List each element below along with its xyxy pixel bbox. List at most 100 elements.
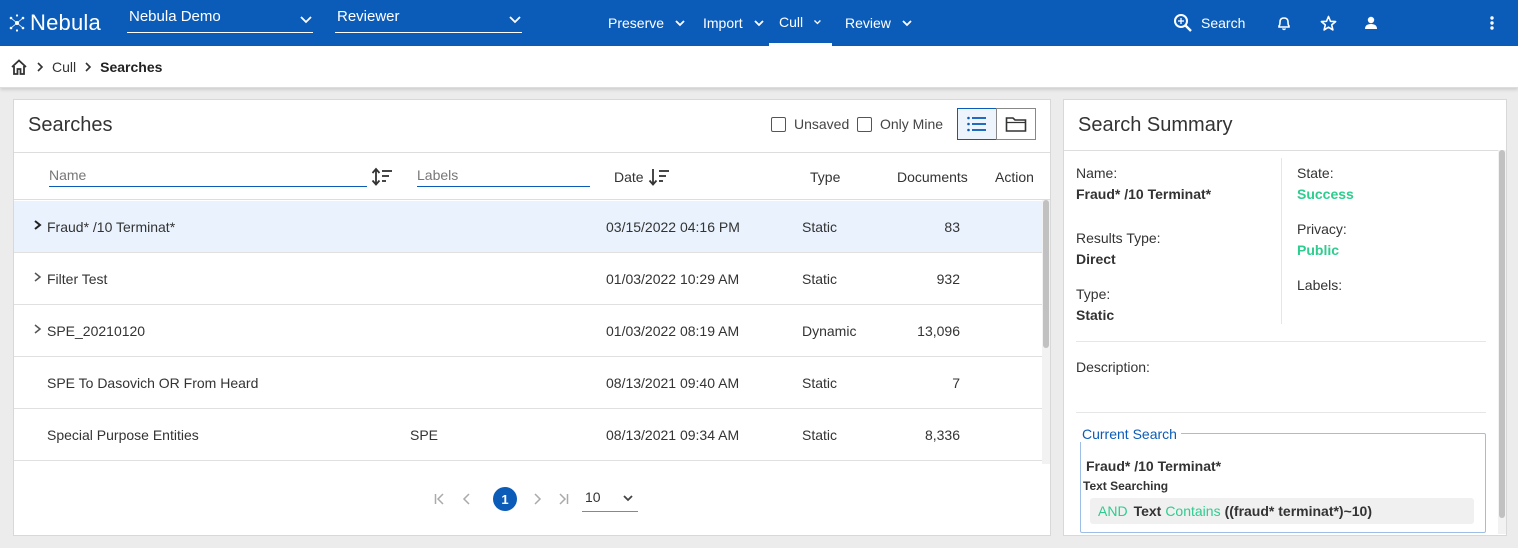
user-menu-button[interactable] (1363, 0, 1379, 46)
chevron-down-icon (675, 20, 685, 27)
current-search-subtitle: Text Searching (1083, 479, 1169, 493)
role-select-value: Reviewer (337, 8, 400, 25)
type-column-header[interactable]: Type (810, 169, 840, 185)
type-value: Static (1076, 307, 1115, 323)
date-column-header[interactable]: Date (614, 169, 644, 185)
row-type: Static (802, 219, 838, 235)
row-name[interactable]: Filter Test (47, 271, 107, 287)
chevron-right-icon[interactable] (32, 218, 44, 232)
action-column-header: Action (995, 169, 1034, 185)
chevron-right-icon[interactable] (32, 270, 44, 284)
row-documents: 8,336 (924, 427, 960, 443)
next-page-icon[interactable] (530, 492, 544, 506)
more-menu-button[interactable] (1487, 0, 1497, 46)
notifications-button[interactable] (1276, 0, 1292, 46)
row-labels: SPE (410, 427, 439, 443)
unsaved-label: Unsaved (794, 116, 850, 132)
nebula-logo-icon (9, 14, 25, 32)
current-search-name: Fraud* /10 Terminat* (1086, 458, 1222, 474)
row-date: 01/03/2022 08:19 AM (606, 323, 740, 339)
top-bar: Nebula Nebula Demo Reviewer Preserve Imp… (0, 0, 1518, 46)
list-view-button[interactable] (957, 108, 997, 140)
row-name[interactable]: Fraud* /10 Terminat* (47, 219, 175, 235)
labels-filter-placeholder: Labels (417, 167, 459, 183)
only-mine-checkbox-box[interactable] (857, 116, 872, 132)
state-value: Success (1297, 186, 1354, 202)
last-page-icon[interactable] (556, 492, 570, 506)
folder-icon (1005, 117, 1027, 132)
project-select[interactable]: Nebula Demo (127, 8, 313, 33)
row-name[interactable]: SPE_20210120 (47, 323, 145, 339)
search-summary-panel: Search Summary Name: Fraud* /10 Terminat… (1063, 99, 1507, 536)
global-search-label: Search (1201, 15, 1246, 31)
row-documents: 932 (936, 271, 960, 287)
name-value: Fraud* /10 Terminat* (1076, 186, 1212, 202)
breadcrumb-searches: Searches (100, 58, 163, 75)
summary-scrollbar-thumb[interactable] (1499, 150, 1505, 518)
nav-import[interactable]: Import (693, 0, 775, 46)
name-filter-input[interactable]: Name (49, 167, 367, 187)
breadcrumb: Cull Searches (0, 46, 1518, 88)
name-filter-placeholder: Name (49, 167, 87, 183)
row-date: 08/13/2021 09:40 AM (606, 375, 740, 391)
sort-desc-icon[interactable] (648, 167, 670, 187)
nav-review-label: Review (845, 15, 891, 31)
unsaved-checkbox[interactable]: Unsaved (771, 116, 849, 132)
chevron-down-icon (902, 20, 912, 27)
project-select-value: Nebula Demo (129, 8, 221, 25)
first-page-icon[interactable] (433, 492, 447, 506)
table-row[interactable]: SPE_20210120 01/03/2022 08:19 AM Dynamic… (14, 305, 1042, 357)
name-label: Name: (1076, 165, 1118, 181)
privacy-label: Privacy: (1297, 221, 1347, 237)
breadcrumb-cull[interactable]: Cull (52, 59, 76, 75)
favorites-button[interactable] (1320, 0, 1337, 46)
row-type: Static (802, 271, 838, 287)
nav-review[interactable]: Review (835, 0, 923, 46)
nav-cull[interactable]: Cull (769, 0, 832, 46)
results-type-label: Results Type: (1076, 230, 1161, 246)
row-type: Dynamic (802, 323, 857, 339)
user-icon (1365, 16, 1377, 29)
type-label: Type: (1076, 286, 1111, 302)
documents-column-header[interactable]: Documents (897, 169, 968, 185)
table-row[interactable]: Fraud* /10 Terminat* 03/15/2022 04:16 PM… (14, 201, 1042, 253)
previous-page-icon[interactable] (460, 492, 474, 506)
chevron-down-icon (623, 495, 633, 502)
row-type: Static (802, 427, 838, 443)
row-name[interactable]: SPE To Dasovich OR From Heard (47, 375, 258, 391)
privacy-value: Public (1297, 242, 1340, 258)
page-1-button[interactable]: 1 (493, 487, 517, 511)
logo[interactable]: Nebula (8, 10, 101, 36)
summary-header-divider (1064, 150, 1506, 151)
results-type-value: Direct (1076, 251, 1116, 267)
query-expression: ((fraud* terminat*)~10) (1224, 503, 1372, 519)
only-mine-checkbox[interactable]: Only Mine (857, 116, 943, 132)
current-search-legend: Current Search (1078, 426, 1181, 442)
star-icon (1320, 15, 1337, 31)
home-icon[interactable] (10, 58, 28, 76)
bell-icon (1278, 17, 1290, 31)
row-date: 03/15/2022 04:16 PM (606, 219, 740, 235)
row-date: 08/13/2021 09:34 AM (606, 427, 740, 443)
row-name[interactable]: Special Purpose Entities (47, 427, 199, 443)
table-row[interactable]: SPE To Dasovich OR From Heard 08/13/2021… (14, 357, 1042, 409)
table-row[interactable]: Filter Test 01/03/2022 10:29 AM Static 9… (14, 253, 1042, 305)
global-search-button[interactable]: Search (1173, 0, 1245, 46)
table-header: Name Labels Date Type Documents Action (14, 152, 1050, 200)
page-size-select[interactable]: 10 (582, 488, 638, 512)
labels-filter-input[interactable]: Labels (417, 167, 590, 187)
chevron-right-icon[interactable] (32, 322, 44, 336)
nav-preserve[interactable]: Preserve (598, 0, 696, 46)
chevron-right-icon (85, 61, 92, 72)
table-row[interactable]: Special Purpose Entities SPE 08/13/2021 … (14, 409, 1042, 461)
folder-view-button[interactable] (996, 108, 1036, 140)
unsaved-checkbox-box[interactable] (771, 116, 786, 132)
search-icon (1174, 14, 1192, 32)
row-documents: 7 (952, 375, 960, 391)
sort-icon[interactable] (371, 167, 393, 187)
nav-cull-label: Cull (779, 13, 804, 30)
chevron-down-icon (814, 19, 821, 24)
role-select[interactable]: Reviewer (335, 8, 522, 33)
summary-divider (1076, 412, 1486, 413)
table-scrollbar-thumb[interactable] (1043, 200, 1049, 348)
